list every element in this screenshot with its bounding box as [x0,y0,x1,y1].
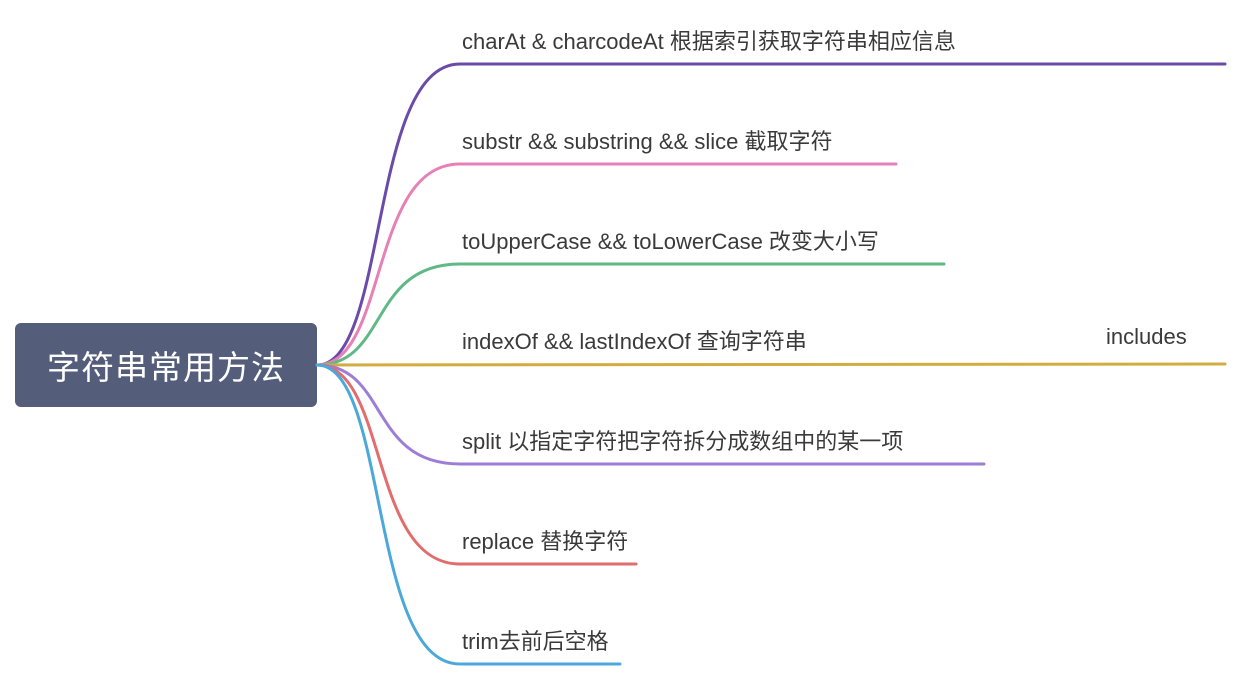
branch-connector-6 [317,365,620,664]
branch-label-2: toUpperCase && toLowerCase 改变大小写 [462,224,879,256]
branch-label-3: indexOf && lastIndexOf 查询字符串 [462,324,807,356]
mindmap-root-node: 字符串常用方法 [15,323,317,407]
branch-label-1: substr && substring && slice 截取字符 [462,124,832,156]
branch-label-0: charAt & charcodeAt 根据索引获取字符串相应信息 [462,24,956,56]
branch-connector-3 [317,364,1225,365]
branch-sub-label-3: includes [1106,324,1187,350]
branch-label-6: trim去前后空格 [462,624,609,656]
root-title: 字符串常用方法 [47,341,285,389]
branch-label-5: replace 替换字符 [462,524,628,556]
branch-label-4: split 以指定字符把字符拆分成数组中的某一项 [462,424,903,456]
branch-connector-0 [317,64,1225,365]
